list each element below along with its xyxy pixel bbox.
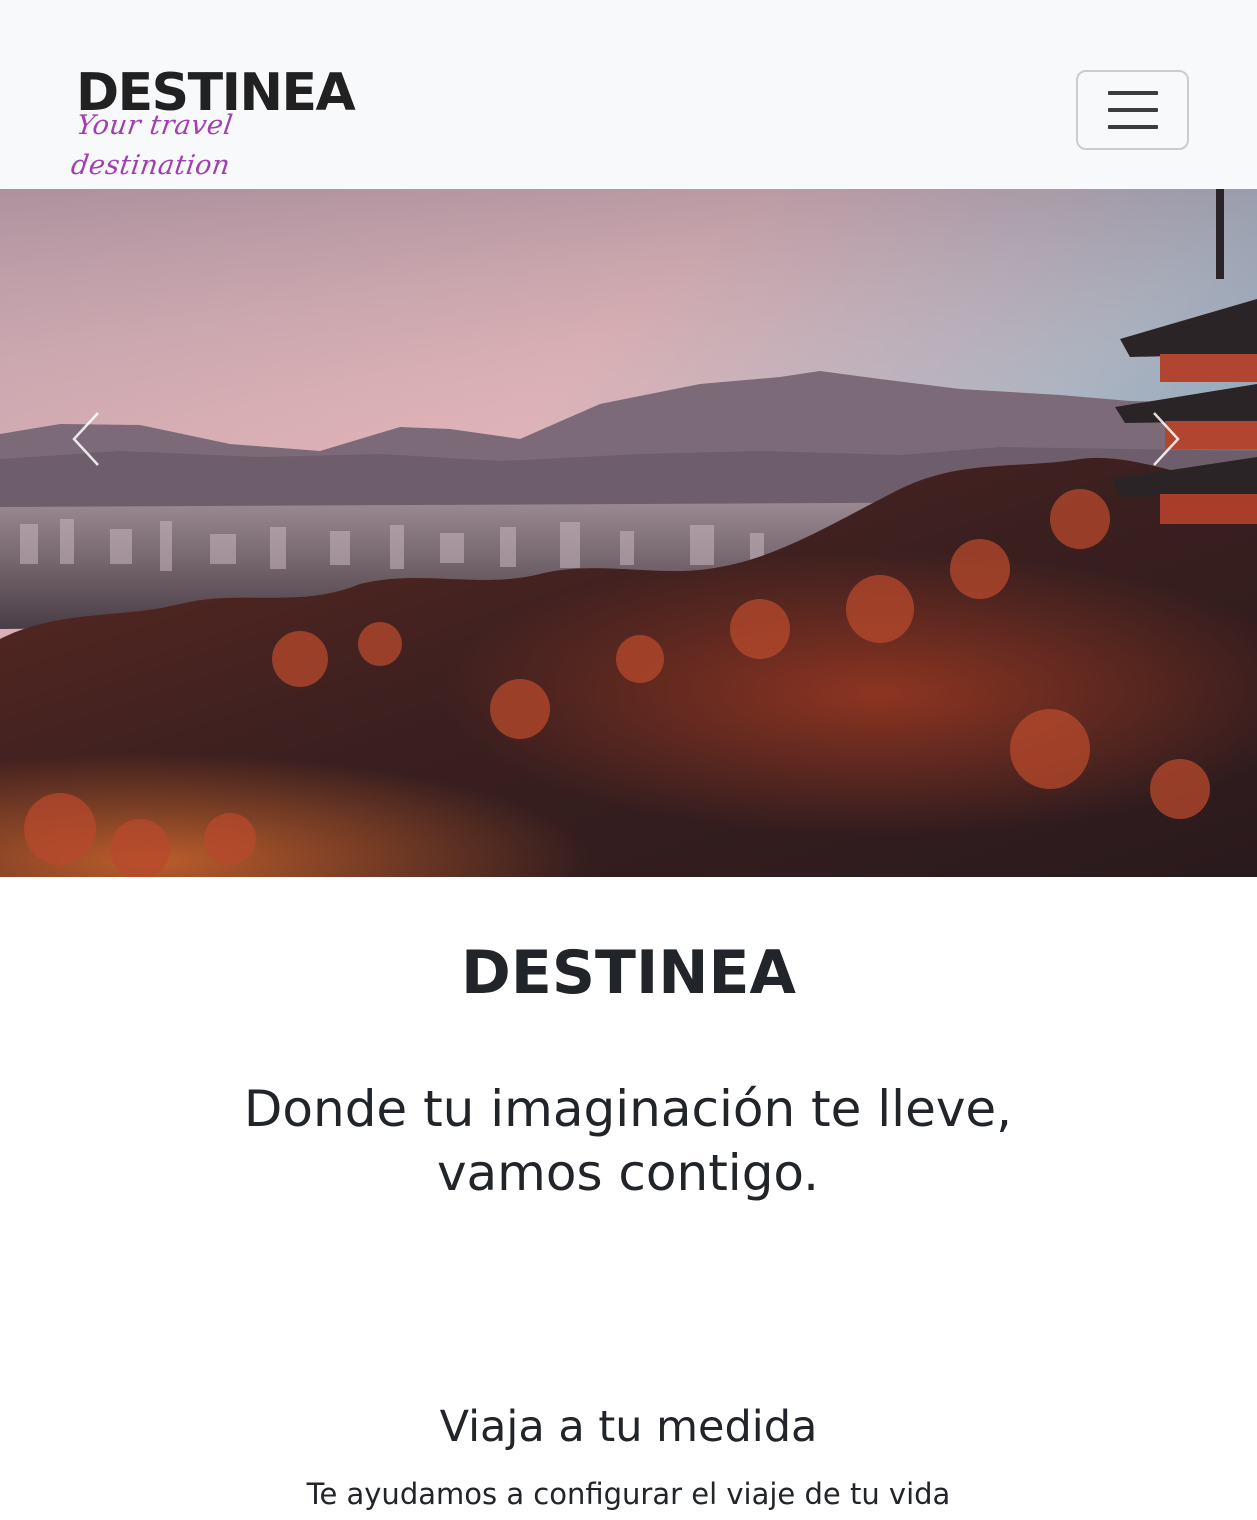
page-title: DESTINEA xyxy=(461,938,796,1008)
feature-heading: Viaja a tu medida xyxy=(439,1402,818,1452)
hamburger-menu-icon-line xyxy=(1107,125,1158,129)
lead-line-1: Donde tu imaginación te lleve, xyxy=(243,1080,1013,1138)
hamburger-menu-icon xyxy=(1107,91,1158,95)
lead-text: Donde tu imaginación te lleve, vamos con… xyxy=(128,1077,1128,1205)
carousel-slide-image xyxy=(0,189,1257,877)
carousel-prev-button[interactable] xyxy=(46,389,126,489)
chevron-left-icon xyxy=(72,412,99,466)
brand-tagline: Your travel destination xyxy=(69,110,235,181)
chevron-right-icon xyxy=(1153,412,1180,466)
lead-line-2: vamos contigo. xyxy=(436,1144,820,1202)
navbar: DESTINEA Your travel destination xyxy=(0,0,1257,189)
hero-carousel xyxy=(0,189,1257,877)
navbar-toggler-button[interactable] xyxy=(1076,70,1189,150)
brand-logo-link[interactable]: DESTINEA Your travel destination xyxy=(66,62,382,181)
carousel-next-button[interactable] xyxy=(1126,389,1206,489)
hamburger-menu-icon-line xyxy=(1107,108,1158,112)
feature-text: Te ayudamos a configurar el viaje de tu … xyxy=(306,1477,951,1511)
